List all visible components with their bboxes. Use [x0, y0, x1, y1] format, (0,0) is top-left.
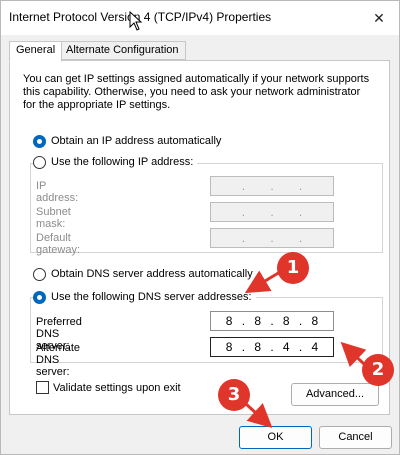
title-bar: Internet Protocol Version 4 (TCP/IPv4) P… — [1, 1, 399, 35]
obtain-dns-auto-label: Obtain DNS server address automatically — [51, 268, 253, 280]
advanced-button[interactable]: Advanced... — [291, 383, 379, 406]
use-ip-manual-label: Use the following IP address: — [51, 156, 194, 168]
general-panel: You can get IP settings assigned automat… — [9, 60, 390, 415]
preferred-dns-octet-3: 8 — [282, 314, 290, 328]
preferred-dns-octet-4: 8 — [311, 314, 319, 328]
annotation-badge-1: 1 — [277, 252, 309, 284]
use-ip-manual-radio[interactable] — [33, 155, 46, 169]
alternate-dns-octet-4: 4 — [311, 340, 319, 354]
alternate-dns-octet-1: 8 — [225, 340, 233, 354]
preferred-dns-octet-1: 8 — [225, 314, 233, 328]
preferred-dns-octet-2: 8 — [254, 314, 262, 328]
obtain-ip-auto-option[interactable]: Obtain an IP address automatically — [33, 133, 221, 149]
default-gateway-input[interactable]: ... — [210, 228, 334, 248]
use-dns-manual-radio[interactable] — [33, 290, 46, 304]
use-dns-manual-option[interactable]: Use the following DNS server addresses: — [33, 289, 256, 305]
ip-address-label: IP address: — [36, 180, 79, 204]
alternate-dns-label: Alternate DNS server: — [36, 342, 81, 378]
obtain-dns-auto-radio[interactable] — [33, 267, 46, 281]
validate-settings-label: Validate settings upon exit — [53, 381, 181, 394]
ip-address-input[interactable]: ... — [210, 176, 334, 196]
subnet-mask-label: Subnet mask: — [36, 206, 71, 230]
annotation-badge-3: 3 — [218, 379, 250, 411]
use-dns-manual-label: Use the following DNS server addresses: — [51, 291, 252, 303]
mouse-cursor-icon — [129, 11, 143, 31]
obtain-dns-auto-option[interactable]: Obtain DNS server address automatically — [33, 266, 253, 282]
validate-settings-option[interactable]: Validate settings upon exit — [36, 381, 181, 394]
validate-settings-checkbox[interactable] — [36, 381, 49, 394]
preferred-dns-input[interactable]: 8. 8. 8. 8 — [210, 311, 334, 331]
alternate-dns-octet-3: 4 — [282, 340, 290, 354]
alternate-dns-input[interactable]: 8. 8. 4. 4 — [210, 337, 334, 357]
ipv4-properties-dialog: Internet Protocol Version 4 (TCP/IPv4) P… — [0, 0, 400, 455]
obtain-ip-auto-radio[interactable] — [33, 134, 46, 148]
close-button[interactable]: ✕ — [369, 8, 389, 28]
ok-button[interactable]: OK — [239, 426, 312, 449]
tab-alternate-configuration[interactable]: Alternate Configuration — [59, 41, 186, 60]
tab-general[interactable]: General — [9, 41, 63, 62]
subnet-mask-input[interactable]: ... — [210, 202, 334, 222]
cancel-button[interactable]: Cancel — [319, 426, 392, 449]
use-ip-manual-option[interactable]: Use the following IP address: — [33, 154, 198, 170]
annotation-badge-2: 2 — [362, 354, 394, 386]
default-gateway-label: Default gateway: — [36, 232, 81, 256]
alternate-dns-octet-2: 8 — [254, 340, 262, 354]
obtain-ip-auto-label: Obtain an IP address automatically — [51, 135, 222, 147]
info-text: You can get IP settings assigned automat… — [23, 73, 370, 111]
